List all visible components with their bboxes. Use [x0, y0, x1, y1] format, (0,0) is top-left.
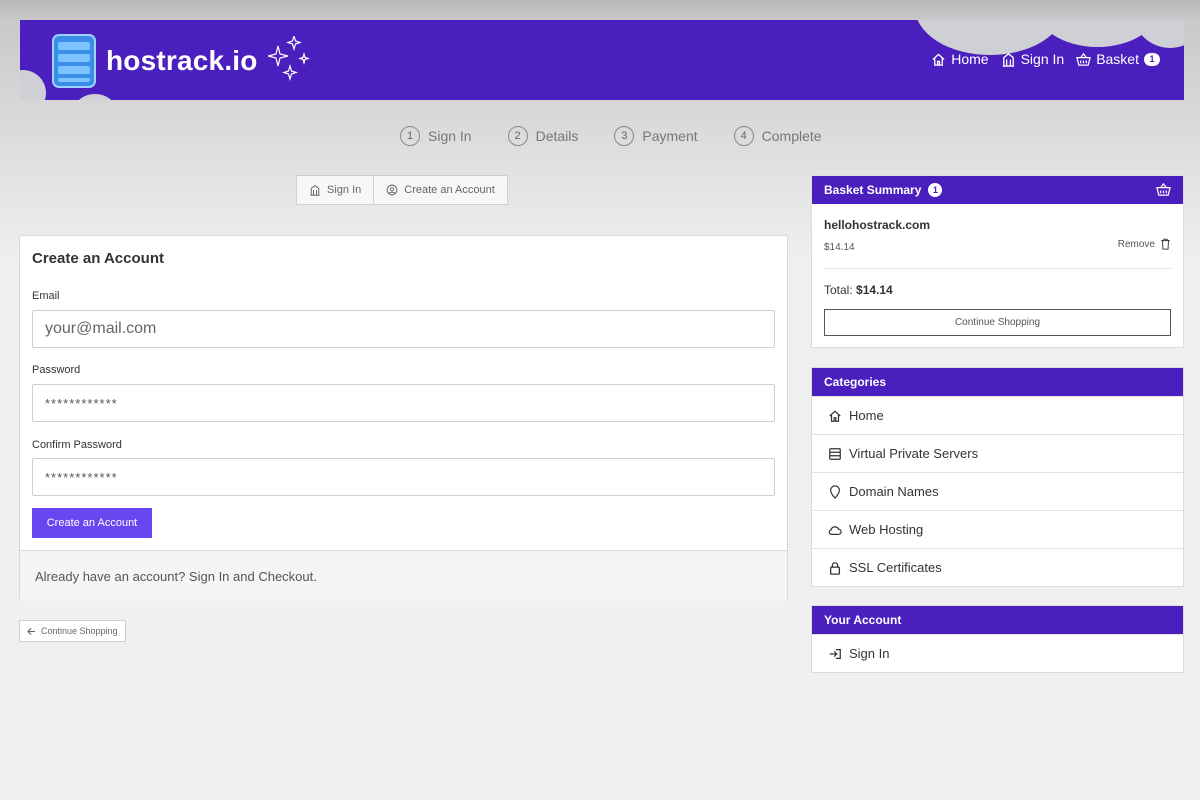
category-ssl[interactable]: SSL Certificates [812, 548, 1183, 586]
server-stack-logo-icon [52, 34, 96, 88]
building-icon [1002, 52, 1014, 67]
continue-shopping-button[interactable]: Continue Shopping [824, 309, 1171, 336]
building-icon [310, 184, 320, 196]
category-label: Virtual Private Servers [849, 446, 979, 461]
your-account-title: Your Account [824, 613, 902, 627]
total-label: Total: [824, 283, 853, 297]
create-account-card: Create an Account Email Password Confirm… [19, 235, 788, 601]
step-payment: 3 Payment [614, 126, 698, 146]
user-circle-icon [386, 184, 398, 196]
basket-summary-panel: Basket Summary 1 hellohostrack.com $14.1… [811, 175, 1184, 348]
category-web-hosting[interactable]: Web Hosting [812, 510, 1183, 548]
basket-item-price: $14.14 [824, 242, 855, 253]
confirm-password-label: Confirm Password [32, 439, 122, 451]
step-details: 2 Details [507, 126, 579, 146]
step-number: 4 [733, 126, 754, 146]
continue-shopping-back-label: Continue Shopping [41, 626, 118, 636]
step-complete: 4 Complete [733, 126, 822, 146]
arrow-left-icon [27, 627, 36, 635]
categories-header: Categories [812, 368, 1183, 396]
account-sign-in-label: Sign In [849, 646, 890, 661]
nav-sign-in-label: Sign In [1020, 51, 1065, 67]
step-label: Sign In [428, 128, 472, 144]
category-label: Home [849, 408, 884, 423]
category-vps[interactable]: Virtual Private Servers [812, 434, 1183, 472]
password-field[interactable] [32, 384, 775, 422]
continue-shopping-back-button[interactable]: Continue Shopping [19, 620, 126, 642]
cloud-icon [828, 525, 842, 535]
category-label: Domain Names [849, 484, 939, 499]
top-navigation: Home Sign In Basket 1 [931, 51, 1160, 67]
category-home[interactable]: Home [812, 396, 1183, 434]
auth-tabs: Sign In Create an Account [296, 175, 508, 205]
category-label: SSL Certificates [849, 560, 942, 575]
basket-summary-title: Basket Summary [824, 183, 922, 197]
checkout-steps: 1 Sign In 2 Details 3 Payment 4 Complete [400, 126, 822, 146]
home-icon [932, 52, 945, 66]
categories-panel: Categories Home Virtual Private Servers … [811, 367, 1184, 587]
header-cloud-decoration [20, 70, 46, 100]
your-account-panel: Your Account Sign In [811, 605, 1184, 673]
basket-icon [1156, 182, 1171, 196]
step-label: Details [535, 128, 579, 144]
tab-create-account[interactable]: Create an Account [373, 176, 507, 204]
basket-total: Total: $14.14 [824, 283, 893, 297]
create-account-button[interactable]: Create an Account [32, 508, 152, 538]
category-label: Web Hosting [849, 522, 924, 537]
confirm-password-field[interactable] [32, 458, 775, 496]
nav-basket-link[interactable]: Basket 1 [1076, 51, 1160, 67]
location-pin-icon [830, 484, 840, 499]
trash-icon [1161, 238, 1170, 250]
server-icon [829, 447, 841, 460]
nav-home-link[interactable]: Home [931, 51, 989, 67]
basket-summary-header: Basket Summary 1 [812, 176, 1183, 204]
step-label: Complete [761, 128, 822, 144]
logo[interactable]: hostrack.io [52, 34, 258, 88]
tab-sign-in-label: Sign In [327, 184, 362, 196]
email-field[interactable] [32, 310, 775, 348]
logo-text: hostrack.io [106, 45, 258, 76]
account-sign-in[interactable]: Sign In [812, 634, 1183, 672]
remove-label: Remove [1117, 238, 1155, 250]
nav-home-label: Home [951, 51, 989, 67]
remove-item-button[interactable]: Remove [1118, 238, 1171, 250]
step-label: Payment [642, 128, 698, 144]
sign-in-icon [829, 648, 841, 659]
your-account-header: Your Account [812, 606, 1183, 634]
tab-create-account-label: Create an Account [404, 184, 495, 196]
password-label: Password [32, 364, 81, 376]
step-number: 1 [400, 126, 420, 146]
lock-icon [829, 561, 841, 575]
step-number: 3 [614, 126, 635, 146]
basket-divider [824, 268, 1171, 269]
total-value: $14.14 [856, 283, 893, 297]
sparkles-icon [268, 36, 310, 82]
site-header: hostrack.io Home Sign In Basket 1 [20, 20, 1184, 100]
basket-item-name: hellohostrack.com [824, 218, 931, 232]
categories-title: Categories [824, 375, 887, 389]
tab-sign-in[interactable]: Sign In [297, 176, 373, 204]
email-label: Email [32, 290, 60, 302]
header-cloud-decoration [75, 94, 115, 100]
form-title: Create an Account [32, 250, 164, 267]
basket-summary-count-badge: 1 [928, 183, 943, 197]
nav-basket-label: Basket [1096, 51, 1139, 67]
sign-in-prompt[interactable]: Already have an account? Sign In and Che… [20, 550, 787, 601]
nav-sign-in-link[interactable]: Sign In [1001, 51, 1065, 67]
category-domains[interactable]: Domain Names [812, 472, 1183, 510]
step-sign-in: 1 Sign In [400, 126, 472, 146]
basket-icon [1076, 52, 1092, 66]
basket-count-badge: 1 [1144, 52, 1160, 66]
home-icon [829, 409, 841, 422]
step-number: 2 [507, 126, 528, 146]
